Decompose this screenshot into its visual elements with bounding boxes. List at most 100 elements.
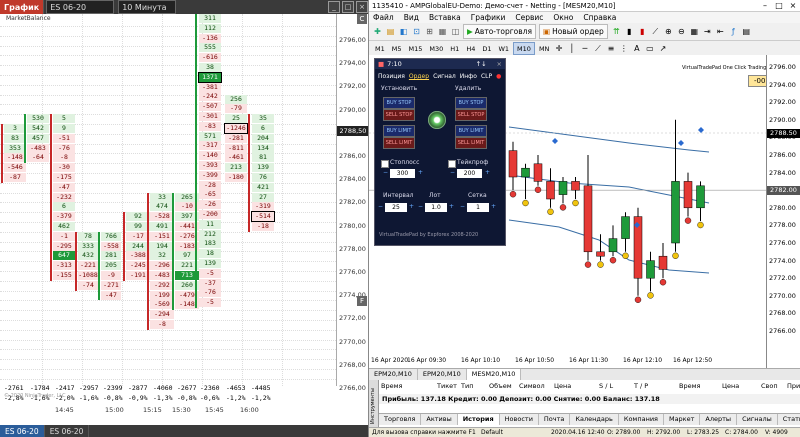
- bars-icon[interactable]: ▮: [624, 26, 635, 37]
- close-icon[interactable]: ×: [786, 1, 800, 10]
- zoom-in-icon[interactable]: ⊕: [663, 26, 674, 37]
- tf-m5[interactable]: M5: [389, 43, 405, 54]
- fibo-icon[interactable]: ⋮: [618, 43, 629, 54]
- terminal-tab[interactable]: Новости: [500, 414, 539, 425]
- minimize-icon[interactable]: _: [328, 1, 340, 13]
- crosshair-icon[interactable]: ✛: [553, 43, 564, 54]
- data-window-icon[interactable]: ⊞: [424, 26, 435, 37]
- text-icon[interactable]: A: [631, 43, 642, 54]
- autoscroll-icon[interactable]: ⇥: [702, 26, 713, 37]
- delete-buy-limit-button[interactable]: BUY LIMIT: [455, 125, 487, 137]
- tab-info[interactable]: Инфо: [460, 73, 477, 80]
- menu-window[interactable]: Окно: [553, 13, 573, 22]
- plus-icon[interactable]: +: [418, 169, 423, 176]
- terminal-tab[interactable]: Торговля: [379, 414, 422, 425]
- minus-icon[interactable]: −: [450, 169, 455, 176]
- close-icon[interactable]: ×: [356, 1, 368, 13]
- vertical-line-icon[interactable]: │: [566, 43, 577, 54]
- instrument-tab[interactable]: ES 06-20: [0, 425, 45, 437]
- tab-signal[interactable]: Сигнал: [433, 73, 456, 80]
- plus-icon[interactable]: +: [449, 203, 454, 210]
- tf-w1[interactable]: W1: [495, 43, 512, 54]
- tf-h4[interactable]: H4: [463, 43, 478, 54]
- menu-insert[interactable]: Вставка: [429, 13, 461, 22]
- maximize-icon[interactable]: □: [772, 1, 786, 10]
- terminal-tab[interactable]: Сигналы: [737, 414, 778, 425]
- chart-tab[interactable]: EPM20,M10: [369, 369, 418, 380]
- terminal-tab[interactable]: Почта: [539, 414, 571, 425]
- chart-tab[interactable]: EPM20,M10: [418, 369, 467, 380]
- buy-stop-button[interactable]: BUY STOP: [383, 97, 415, 109]
- new-order-button[interactable]: ▣ Новый ордер: [538, 24, 608, 39]
- plus-icon[interactable]: +: [409, 203, 414, 210]
- zoom-out-icon[interactable]: ⊖: [676, 26, 687, 37]
- navigator-icon[interactable]: ⊡: [411, 26, 422, 37]
- minus-icon[interactable]: −: [460, 203, 465, 210]
- minus-icon[interactable]: −: [378, 203, 383, 210]
- delete-buy-stop-button[interactable]: BUY STOP: [455, 97, 487, 109]
- terminal-tab[interactable]: История: [457, 414, 500, 425]
- terminal-tab[interactable]: Маркет: [664, 414, 701, 425]
- profiles-icon[interactable]: ▤: [385, 26, 396, 37]
- menu-file[interactable]: Файл: [373, 13, 394, 22]
- lot-input[interactable]: 1.0: [425, 203, 447, 212]
- menu-tools[interactable]: Сервис: [515, 13, 543, 22]
- terminal-tab[interactable]: Активы: [421, 414, 458, 425]
- price-chart[interactable]: VirtualTradePad One Click Trading Panel …: [369, 55, 800, 368]
- tf-m15[interactable]: M15: [406, 43, 426, 54]
- delete-sell-limit-button[interactable]: SELL LIMIT: [455, 137, 487, 149]
- sell-limit-button[interactable]: SELL LIMIT: [383, 137, 415, 149]
- buy-icon[interactable]: ⇈: [611, 26, 622, 37]
- tf-mn[interactable]: MN: [536, 43, 552, 54]
- terminal-tab[interactable]: Статьи: [778, 414, 800, 425]
- market-watch-icon[interactable]: ◧: [398, 26, 409, 37]
- templates-icon[interactable]: ▤: [741, 26, 752, 37]
- terminal-tab[interactable]: Календарь: [570, 414, 619, 425]
- tab-order[interactable]: Ордер: [409, 73, 429, 80]
- chart-tab[interactable]: График: [0, 0, 45, 14]
- terminal-tab[interactable]: Алерты: [700, 414, 738, 425]
- minus-icon[interactable]: −: [383, 169, 388, 176]
- tester-icon[interactable]: ◫: [450, 26, 461, 37]
- channel-icon[interactable]: ≡: [605, 43, 616, 54]
- maximize-icon[interactable]: □: [342, 1, 354, 13]
- chart-tab[interactable]: MESM20,M10: [466, 369, 522, 380]
- tab-clp[interactable]: CLP: [481, 73, 492, 80]
- takeprofit-input[interactable]: 200: [457, 169, 482, 178]
- terminal-icon[interactable]: ▦: [437, 26, 448, 37]
- line-icon[interactable]: ⟋: [650, 26, 661, 37]
- terminal-tab[interactable]: Компания: [619, 414, 664, 425]
- plus-icon[interactable]: +: [485, 169, 490, 176]
- takeprofit-checkbox[interactable]: [448, 160, 456, 168]
- interval-input[interactable]: 25: [385, 203, 407, 212]
- grid-input[interactable]: 1: [467, 203, 489, 212]
- horizontal-line-icon[interactable]: ─: [579, 43, 590, 54]
- instrument-tab[interactable]: ES 06-20: [45, 425, 90, 437]
- shift-icon[interactable]: ⇤: [715, 26, 726, 37]
- symbol-selector[interactable]: ES 06-20: [46, 0, 115, 14]
- menu-help[interactable]: Справка: [583, 13, 616, 22]
- sell-stop-button[interactable]: SELL STOP: [383, 109, 415, 121]
- minus-icon[interactable]: −: [418, 203, 423, 210]
- delete-sell-stop-button[interactable]: SELL STOP: [455, 109, 487, 121]
- tf-m1[interactable]: M1: [372, 43, 388, 54]
- arrow-icon[interactable]: ↑↓: [476, 60, 487, 68]
- tf-m30[interactable]: M30: [426, 43, 446, 54]
- tf-m10[interactable]: M10: [513, 42, 535, 55]
- trendline-icon[interactable]: ⟋: [592, 43, 603, 54]
- minimize-icon[interactable]: –: [758, 1, 772, 10]
- menu-charts[interactable]: Графики: [471, 13, 506, 22]
- tab-position[interactable]: Позиция: [378, 73, 405, 80]
- new-chart-icon[interactable]: ✚: [372, 26, 383, 37]
- label-icon[interactable]: ▭: [644, 43, 655, 54]
- algo-trading-button[interactable]: ▶ Авто-торговля: [463, 24, 536, 39]
- close-icon[interactable]: ×: [497, 60, 502, 68]
- indicators-icon[interactable]: ƒ: [728, 26, 739, 37]
- buy-limit-button[interactable]: BUY LIMIT: [383, 125, 415, 137]
- stoploss-checkbox[interactable]: [381, 160, 389, 168]
- candles-icon[interactable]: ▮: [637, 26, 648, 37]
- menu-view[interactable]: Вид: [404, 13, 419, 22]
- tf-h1[interactable]: H1: [447, 43, 462, 54]
- tf-d1[interactable]: D1: [479, 43, 494, 54]
- timeframe-selector[interactable]: 10 Минута: [118, 0, 177, 14]
